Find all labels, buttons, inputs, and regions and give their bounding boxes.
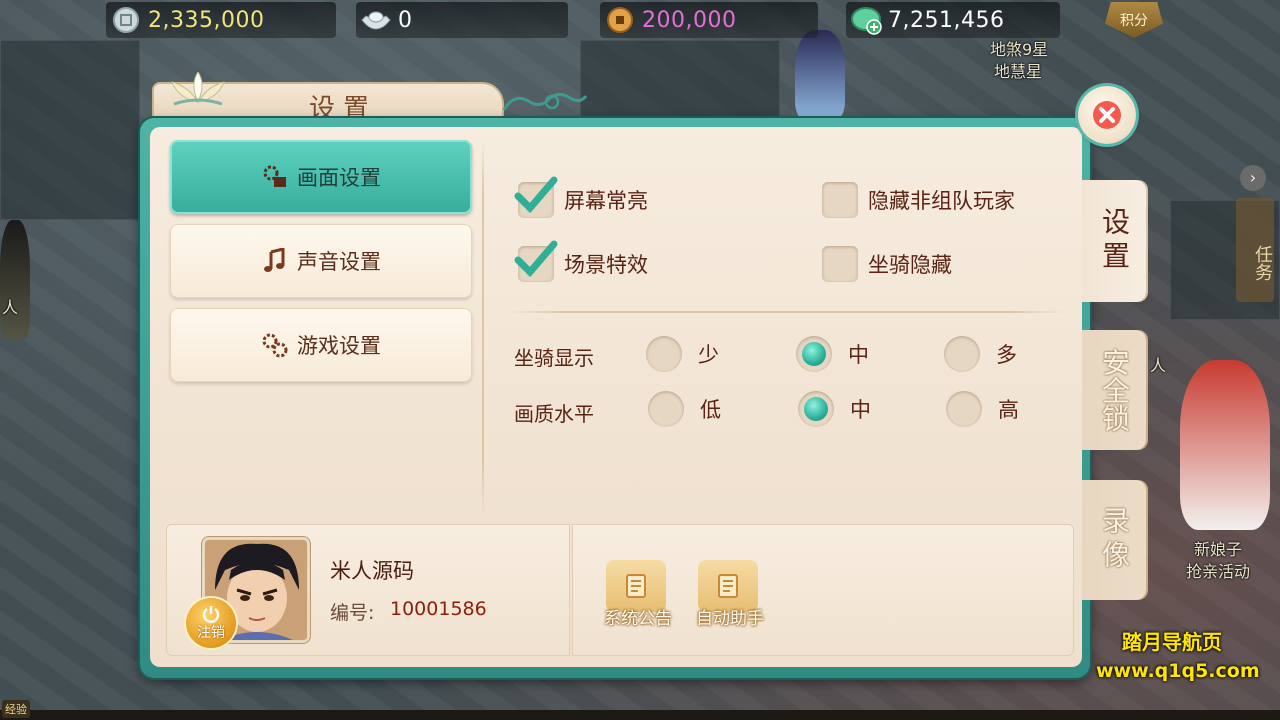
radio-mount-many[interactable]: 多	[944, 336, 1017, 372]
checkbox[interactable]	[822, 182, 858, 218]
checkbox[interactable]	[514, 176, 558, 218]
resource-value: 7,251,456	[888, 7, 1005, 33]
checkbox[interactable]	[514, 240, 558, 282]
checkbox-hide-non-team-players[interactable]: 隐藏非组队玩家	[822, 182, 1015, 218]
system-announcement-button[interactable]: 系统公告	[598, 560, 678, 632]
player-id-label: 编号:	[330, 602, 375, 624]
npc-title: 新娘子	[1194, 540, 1243, 559]
radio-quality-high[interactable]: 高	[946, 391, 1019, 427]
checkbox-label: 屏幕常亮	[564, 189, 648, 213]
music-note-icon	[261, 247, 289, 275]
copper-coin-icon	[604, 4, 636, 36]
quality-label: 画质水平	[514, 402, 594, 426]
tab-label: 录像	[1098, 506, 1131, 574]
radio-quality-medium[interactable]: 中	[798, 391, 871, 427]
tab-settings[interactable]: 设置	[1082, 180, 1146, 302]
radio-label: 中	[848, 343, 869, 367]
radio-dot[interactable]	[798, 391, 834, 427]
resource-ingot: 0	[356, 2, 568, 38]
radio-quality-low[interactable]: 低	[648, 391, 721, 427]
resource-value: 2,335,000	[148, 7, 265, 33]
function-label: 系统公告	[604, 609, 672, 629]
player-name: 米人源码	[330, 559, 414, 583]
cloud-ornament-icon	[502, 93, 588, 111]
radio-label: 少	[698, 343, 719, 367]
resource-silver: 2,335,000	[106, 2, 336, 38]
radio-dot[interactable]	[646, 336, 682, 372]
resource-value: 0	[398, 7, 413, 33]
checkmark-icon	[514, 240, 558, 278]
tab-recording[interactable]: 录像	[1082, 480, 1146, 600]
menu-label: 游戏设置	[297, 334, 381, 358]
tab-security-lock[interactable]: 安全锁	[1082, 330, 1146, 450]
radio-dot[interactable]	[944, 336, 980, 372]
menu-label: 声音设置	[297, 250, 381, 274]
power-icon	[202, 606, 220, 623]
silver-ingot-icon	[360, 4, 392, 36]
lotus-icon	[168, 71, 228, 108]
npc-title: 地煞9星	[990, 40, 1049, 59]
checkbox-hide-mount[interactable]: 坐骑隐藏	[822, 246, 952, 282]
menu-label: 画面设置	[297, 166, 381, 190]
player-id: 10001586	[390, 598, 487, 620]
resource-value: 200,000	[642, 7, 737, 33]
chevron-right-icon[interactable]: ›	[1240, 165, 1266, 191]
experience-label: 经验	[2, 700, 30, 718]
quest-tab[interactable]: 任务	[1236, 198, 1274, 302]
npc-character[interactable]	[795, 30, 845, 120]
building	[580, 40, 780, 120]
close-button[interactable]	[1078, 86, 1136, 144]
npc-name: 人	[2, 298, 19, 317]
resource-jade[interactable]: 7,251,456	[846, 2, 1060, 38]
menu-display-settings[interactable]: 画面设置	[170, 140, 472, 214]
npc-name: 人	[1150, 356, 1167, 375]
logout-label: 注销	[197, 625, 225, 641]
mount-display-label: 坐骑显示	[514, 346, 594, 370]
watermark-url: www.q1q5.com	[1096, 660, 1260, 682]
npc-bride-character[interactable]	[1180, 360, 1270, 530]
radio-dot[interactable]	[648, 391, 684, 427]
building	[0, 40, 140, 220]
resource-copper: 200,000	[600, 2, 818, 38]
npc-character[interactable]	[0, 220, 30, 340]
checkbox[interactable]	[822, 246, 858, 282]
checkbox-scene-effects[interactable]: 场景特效	[514, 240, 648, 282]
menu-game-settings[interactable]: 游戏设置	[170, 308, 472, 382]
checkbox-label: 场景特效	[564, 253, 648, 277]
checkbox-keep-screen-on[interactable]: 屏幕常亮	[514, 176, 648, 218]
divider	[510, 311, 1065, 313]
function-label: 自动助手	[696, 609, 764, 629]
jade-add-icon[interactable]	[850, 4, 882, 36]
npc-name: 地慧星	[994, 62, 1043, 81]
tab-label: 设置	[1098, 207, 1131, 275]
menu-sound-settings[interactable]: 声音设置	[170, 224, 472, 298]
silver-coin-icon	[110, 4, 142, 36]
radio-label: 多	[996, 343, 1017, 367]
auto-assistant-button[interactable]: 自动助手	[690, 560, 770, 632]
tab-label: 安全锁	[1098, 348, 1131, 432]
logout-button[interactable]: 注销	[186, 598, 236, 648]
radio-mount-medium[interactable]: 中	[796, 336, 869, 372]
experience-bar	[0, 710, 1280, 720]
gear-screen-icon	[261, 163, 289, 191]
watermark-title: 踏月导航页	[1122, 630, 1222, 654]
gears-icon	[261, 331, 289, 359]
checkmark-icon	[514, 176, 558, 214]
checkbox-label: 坐骑隐藏	[868, 253, 952, 277]
close-icon	[1093, 101, 1121, 129]
npc-name: 抢亲活动	[1186, 562, 1251, 581]
checkbox-label: 隐藏非组队玩家	[868, 189, 1015, 213]
radio-dot[interactable]	[946, 391, 982, 427]
radio-mount-few[interactable]: 少	[646, 336, 719, 372]
divider	[482, 139, 484, 519]
radio-label: 中	[850, 398, 871, 422]
radio-label: 低	[700, 398, 721, 422]
radio-dot[interactable]	[796, 336, 832, 372]
radio-label: 高	[998, 398, 1019, 422]
